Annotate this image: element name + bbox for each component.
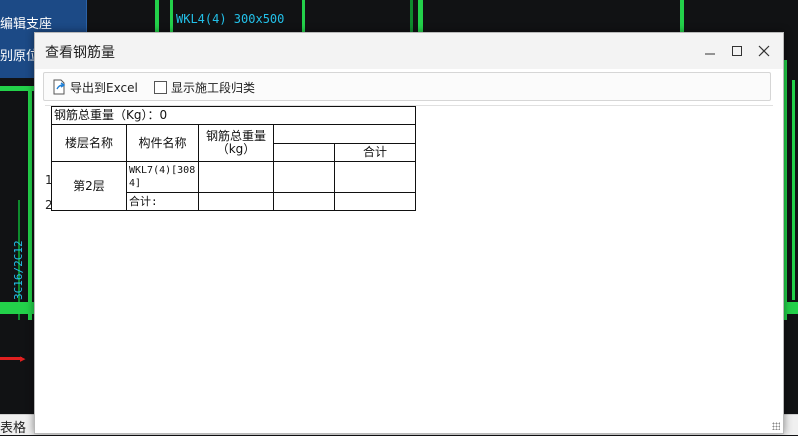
- rebar-label: 3C16/2C12: [12, 240, 25, 300]
- beam-line: [0, 302, 34, 314]
- header-group-cell[interactable]: [273, 124, 416, 144]
- dialog-toolbar: 导出到Excel 显示施工段归类: [43, 72, 771, 101]
- beam-line: [418, 0, 423, 32]
- export-excel-icon: [53, 79, 66, 95]
- checkbox-box[interactable]: [154, 80, 167, 94]
- beam-line: [302, 0, 305, 32]
- data-cell[interactable]: [273, 192, 335, 211]
- minimize-button[interactable]: [700, 41, 720, 61]
- weight-cell[interactable]: [198, 161, 274, 193]
- axis-x-icon: ▸: [20, 352, 26, 365]
- subtotal-cell[interactable]: [334, 161, 416, 193]
- floor-cell[interactable]: 第2层: [51, 161, 127, 211]
- beam-line: [0, 86, 34, 91]
- dialog-titlebar[interactable]: 查看钢筋量: [35, 33, 783, 69]
- beam-label: WKL4(4) 300x500: [176, 12, 285, 26]
- dialog-title: 查看钢筋量: [45, 45, 115, 61]
- beam-line: [792, 80, 795, 300]
- header-weight[interactable]: 钢筋总重量（kg）: [198, 124, 274, 162]
- rebar-table: 钢筋总重量（Kg）：0 楼层名称 构件名称 钢筋总重量（kg） 合计 第2层 W…: [51, 106, 416, 211]
- close-icon: [758, 45, 770, 57]
- weight-cell[interactable]: [198, 192, 274, 211]
- axis-x-line: [0, 357, 22, 360]
- resize-grip[interactable]: [772, 422, 780, 430]
- export-excel-label: 导出到Excel: [70, 80, 138, 95]
- maximize-icon: [732, 46, 742, 56]
- component-cell[interactable]: WKL7(4)[3084]: [126, 161, 199, 193]
- beam-line: [782, 302, 798, 314]
- header-empty-cell[interactable]: [273, 142, 335, 162]
- maximize-button[interactable]: [727, 41, 747, 61]
- status-bar-text: 表格: [0, 421, 27, 436]
- total-weight-cell[interactable]: 钢筋总重量（Kg）：0: [51, 106, 416, 125]
- subtotal-cell[interactable]: [334, 192, 416, 211]
- header-floor[interactable]: 楼层名称: [51, 124, 127, 162]
- minimize-icon: [705, 53, 715, 55]
- beam-line: [410, 0, 413, 32]
- total-label-cell[interactable]: 合计:: [126, 192, 199, 211]
- close-button[interactable]: [754, 41, 774, 61]
- rebar-spreadsheet[interactable]: 1 2 钢筋总重量（Kg）：0 楼层名称 构件名称 钢筋总重量（kg） 合计 第…: [45, 105, 773, 424]
- beam-line: [680, 0, 684, 32]
- group-by-segment-label: 显示施工段归类: [171, 80, 256, 95]
- header-subtotal[interactable]: 合计: [334, 142, 416, 162]
- header-component[interactable]: 构件名称: [126, 124, 199, 162]
- beam-line: [28, 90, 32, 320]
- export-excel-button[interactable]: 导出到Excel: [52, 78, 138, 96]
- beam-line: [155, 0, 159, 32]
- group-by-segment-checkbox[interactable]: 显示施工段归类: [154, 78, 255, 96]
- data-cell[interactable]: [273, 161, 335, 193]
- beam-line: [170, 0, 173, 32]
- rebar-quantity-dialog: 查看钢筋量 导出到Excel 显示施工段归类 1 2 钢筋总重量（Kg）：0 楼…: [34, 32, 784, 434]
